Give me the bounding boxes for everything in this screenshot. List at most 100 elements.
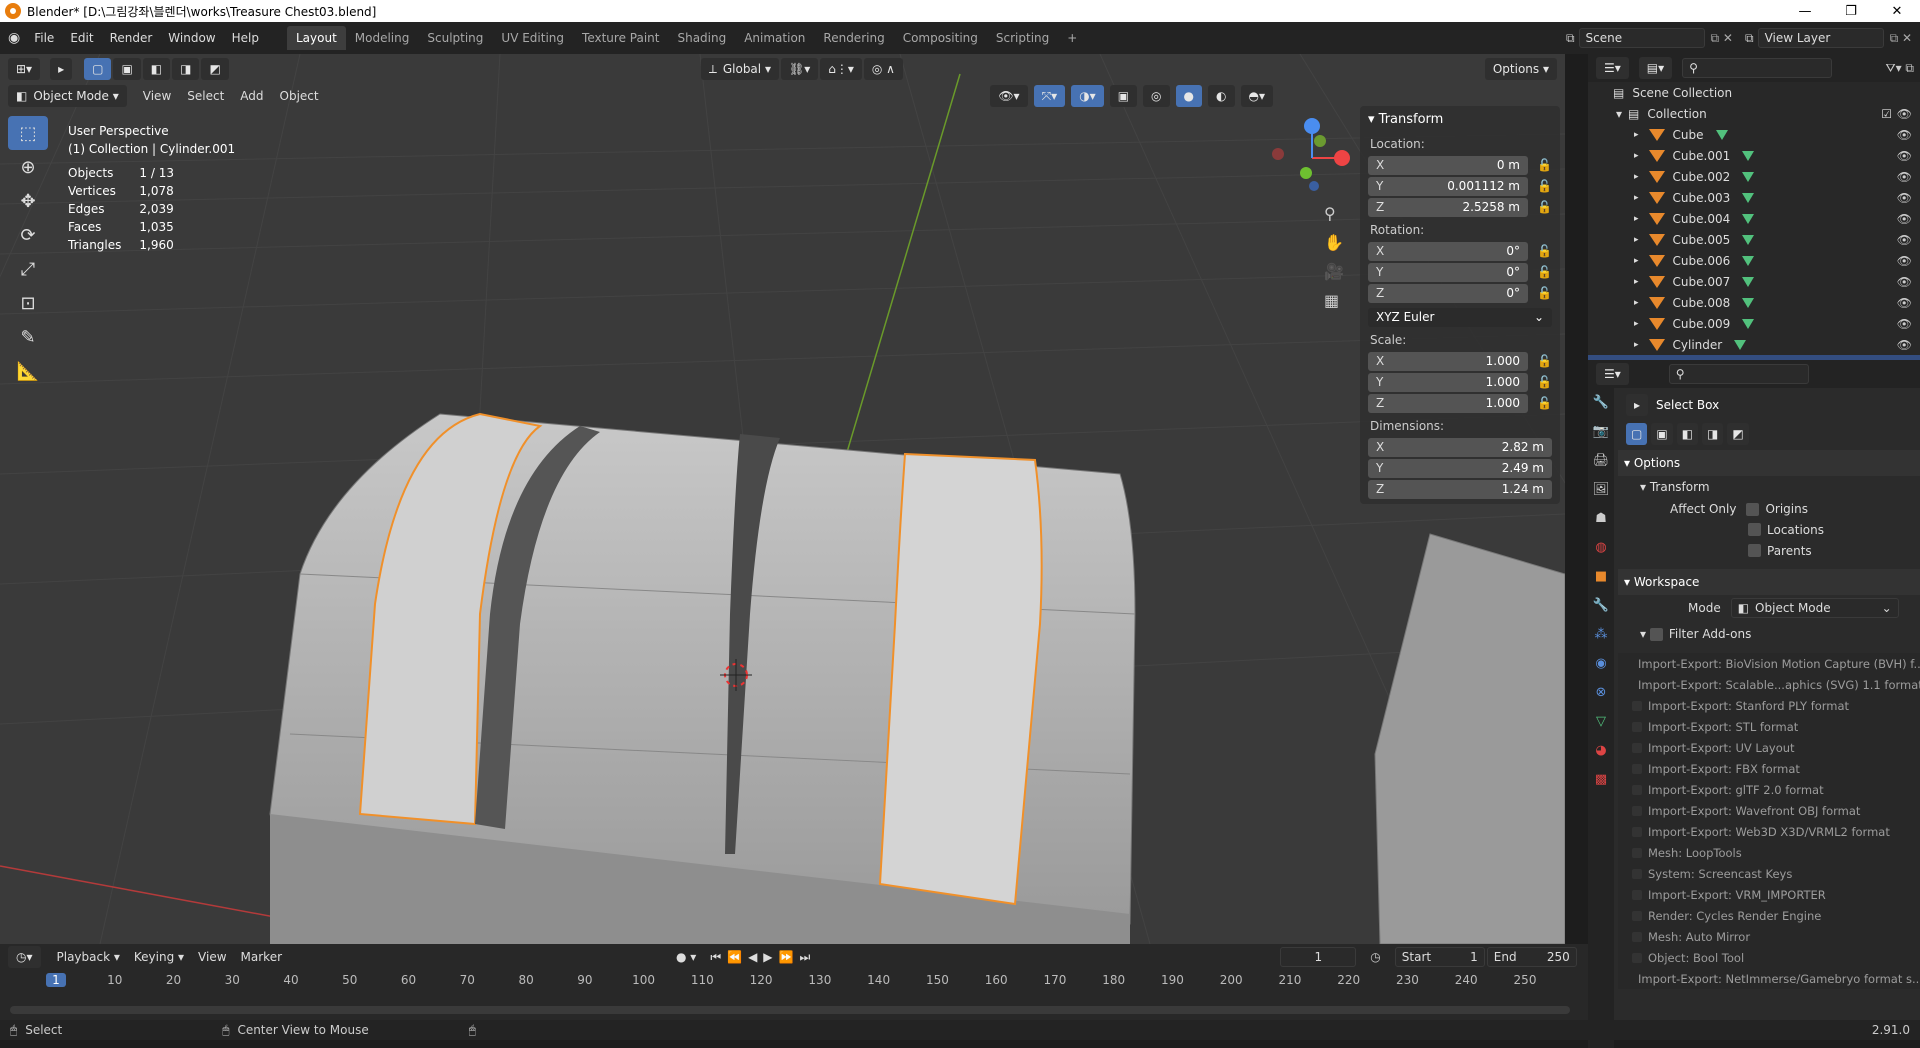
orientation-dropdown[interactable]: ⟂ Global ▾ (700, 58, 779, 80)
editor-type-button[interactable]: ⊞▾ (8, 58, 41, 80)
scene-collection-row[interactable]: ▤ Scene Collection (1588, 82, 1920, 103)
rotation-x-field[interactable]: X 0° (1368, 241, 1528, 261)
outliner-item[interactable]: ▸ Cube.008 👁 (1588, 292, 1920, 313)
lock-icon[interactable]: 🔓 (1528, 286, 1552, 300)
outliner-item[interactable]: ▸ Cube 👁 (1588, 124, 1920, 145)
sidebar-tab-screencast-keys[interactable]: Screencast Keys (1562, 281, 1565, 375)
tab-shading[interactable]: Shading (668, 26, 735, 50)
outliner-item[interactable]: ▸ Cube.004 👁 (1588, 208, 1920, 229)
measure-tool-icon[interactable]: 📐 (8, 354, 48, 388)
playback-menu[interactable]: Playback ▾ (57, 950, 120, 964)
menu-file[interactable]: File (34, 31, 54, 45)
tab-scripting[interactable]: Scripting (987, 26, 1058, 50)
blender-menu-icon[interactable]: ◉ (8, 30, 20, 46)
particles-tab-icon[interactable]: ⁂ (1588, 620, 1614, 649)
addon-checkbox[interactable] (1632, 700, 1642, 711)
snap-icon[interactable]: ⌂⋮▾ (820, 58, 862, 80)
addon-checkbox[interactable] (1632, 868, 1642, 879)
transform-header[interactable]: ▾ Transform (1368, 112, 1552, 127)
3d-viewport[interactable]: ⊞▾ ▸ ▢ ▣ ◧ ◨ ◩ ⟂ Global ▾ ⛓▾ ⌂⋮▾ ◎ ∧ Opti… (0, 54, 1565, 944)
world-tab-icon[interactable]: ◍ (1588, 533, 1614, 562)
addon-item[interactable]: Import-Export: BioVision Motion Capture … (1618, 653, 1920, 674)
locations-checkbox[interactable]: Locations (1618, 519, 1920, 540)
minimize-button[interactable]: — (1782, 4, 1828, 19)
addon-item[interactable]: Import-Export: NetImmerse/Gamebryo forma… (1618, 968, 1920, 989)
mode-dropdown[interactable]: ◧ Object Mode ▾ (8, 85, 127, 107)
current-frame-marker[interactable]: 1 (46, 973, 66, 987)
tab-sculpting[interactable]: Sculpting (418, 26, 492, 50)
menu-help[interactable]: Help (232, 31, 259, 45)
menu-render[interactable]: Render (110, 31, 153, 45)
scale-tool-icon[interactable]: ⤢ (8, 252, 48, 286)
eye-icon[interactable]: 👁 (1897, 233, 1912, 247)
eye-icon[interactable]: 👁 (1897, 149, 1912, 163)
eye-icon[interactable]: 👁 (1897, 107, 1912, 121)
timeline-view-menu[interactable]: View (198, 950, 226, 964)
transform-tool-icon[interactable]: ⊡ (8, 286, 48, 320)
location-z-field[interactable]: Z 2.5258 m (1368, 197, 1528, 217)
rotate-tool-icon[interactable]: ⟳ (8, 218, 48, 252)
add-menu[interactable]: Add (240, 89, 263, 103)
texture-tab-icon[interactable]: ▩ (1588, 765, 1614, 794)
scene-icon[interactable]: ⧉ (1566, 31, 1575, 46)
dimensions-y-field[interactable]: Y 2.49 m (1368, 458, 1552, 478)
lock-icon[interactable]: 🔓 (1528, 375, 1552, 389)
scale-x-field[interactable]: X 1.000 (1368, 351, 1528, 371)
keying-menu[interactable]: Keying ▾ (134, 950, 184, 964)
lock-icon[interactable]: 🔓 (1528, 179, 1552, 193)
filter-addons-row[interactable]: ▾ Filter Add-ons (1618, 621, 1920, 647)
close-button[interactable]: ✕ (1874, 4, 1920, 19)
addon-checkbox[interactable] (1632, 889, 1642, 900)
physics-tab-icon[interactable]: ◉ (1588, 649, 1614, 678)
addon-checkbox[interactable] (1632, 742, 1642, 753)
scene-tab-icon[interactable]: ☗ (1588, 504, 1614, 533)
outliner-item[interactable]: ▸ Cube.001 👁 (1588, 145, 1920, 166)
location-x-field[interactable]: X0 m (1368, 155, 1528, 175)
expand-arrow-icon[interactable]: ▸ (1634, 130, 1639, 140)
clock-icon[interactable]: ◷ (1370, 950, 1380, 964)
addon-item[interactable]: Import-Export: VRM_IMPORTER (1618, 884, 1920, 905)
new-scene-icon[interactable]: ⧉ ✕ (1711, 31, 1733, 46)
addon-checkbox[interactable] (1632, 931, 1642, 942)
outliner-item[interactable]: ▸ Cylinder 👁 (1588, 334, 1920, 355)
eye-icon[interactable]: 👁 (1897, 317, 1912, 331)
expand-arrow-icon[interactable]: ▸ (1634, 298, 1639, 308)
addon-item[interactable]: Import-Export: Scalable...aphics (SVG) 1… (1618, 674, 1920, 695)
addon-checkbox[interactable] (1632, 847, 1642, 858)
outliner-item[interactable]: ▸ Cube.003 👁 (1588, 187, 1920, 208)
sidebar-tab-vrm-helper[interactable]: VRM HELPER (1562, 388, 1565, 463)
collection-row[interactable]: ▾ ▤ Collection ☑ 👁 (1588, 103, 1920, 124)
view-layer-tab-icon[interactable]: 🖼 (1588, 475, 1614, 504)
addon-checkbox[interactable] (1632, 763, 1642, 774)
addon-item[interactable]: Import-Export: Wavefront OBJ format (1618, 800, 1920, 821)
modifier-tab-icon[interactable]: 🔧 (1588, 591, 1614, 620)
eye-icon[interactable]: 👁 (1897, 212, 1912, 226)
tab-animation[interactable]: Animation (735, 26, 814, 50)
tool-tab-icon[interactable]: 🔧 (1588, 388, 1614, 417)
tab-layout[interactable]: Layout (286, 26, 346, 50)
new-view-layer-icon[interactable]: ⧉ ✕ (1890, 31, 1912, 46)
addon-item[interactable]: Import-Export: UV Layout (1618, 737, 1920, 758)
origins-checkbox[interactable]: Origins (1746, 502, 1808, 516)
select-menu[interactable]: Select (187, 89, 224, 103)
options-section[interactable]: ▾ Options (1618, 450, 1920, 476)
select-subtract-icon[interactable]: ◧ (142, 58, 171, 80)
addon-checkbox[interactable] (1632, 721, 1642, 732)
options-dropdown[interactable]: Options ▾ (1484, 58, 1557, 80)
gizmo-icon[interactable]: ⤧▾ (1033, 85, 1066, 107)
frame-ruler[interactable]: 1 10 20 30 40 50 60 70 80 90 100 110 120 130 140 150 160… (0, 970, 1588, 992)
object-tab-icon[interactable]: ■ (1588, 562, 1614, 591)
material-shading-icon[interactable]: ◐ (1208, 85, 1235, 107)
scale-y-field[interactable]: Y 1.000 (1368, 372, 1528, 392)
visibility-icon[interactable]: 👁▾ (990, 85, 1028, 107)
eye-icon[interactable]: 👁 (1897, 128, 1912, 142)
addon-checkbox[interactable] (1632, 784, 1642, 795)
filter-icon[interactable]: ⛛▾ ⧉ (1886, 61, 1915, 76)
move-tool-icon[interactable]: ✥ (8, 184, 48, 218)
playback-controls[interactable]: ⏮⏪◀▶⏩⏭ (710, 950, 816, 965)
eye-icon[interactable]: 👁 (1897, 275, 1912, 289)
current-frame-field[interactable]: 1 (1280, 947, 1357, 967)
outliner-item[interactable]: ▸ Cube.006 👁 (1588, 250, 1920, 271)
rotation-y-field[interactable]: Y 0° (1368, 262, 1528, 282)
record-icon[interactable]: ● ▾ (676, 950, 696, 964)
